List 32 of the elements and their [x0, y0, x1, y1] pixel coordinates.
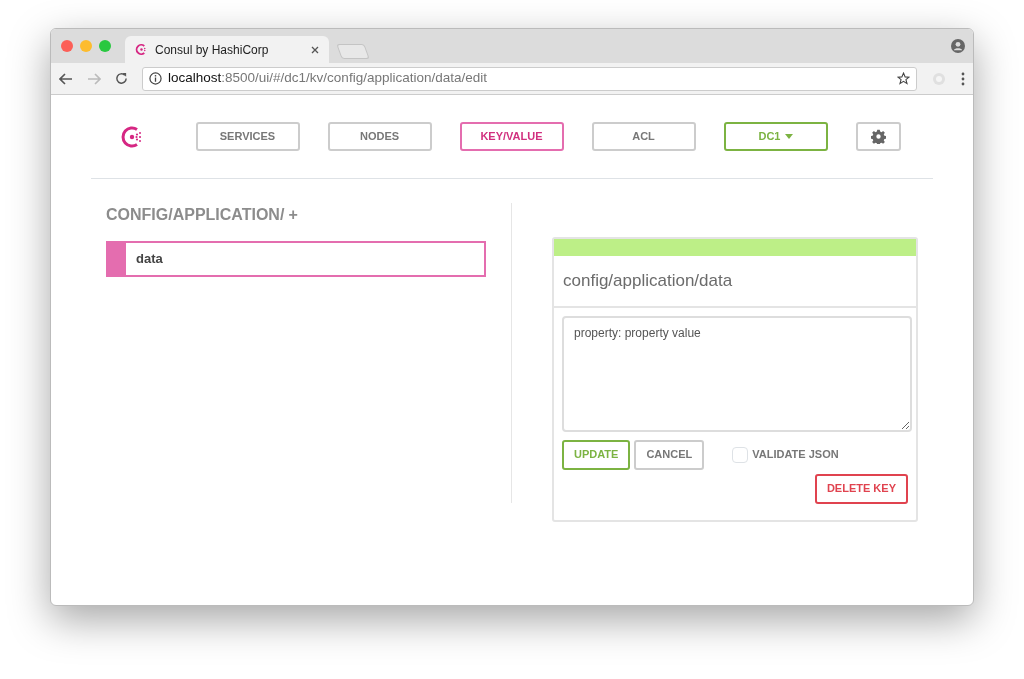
update-button[interactable]: UPDATE — [562, 439, 631, 470]
reload-icon[interactable] — [115, 72, 128, 85]
checkbox-label: VALIDATE JSON — [752, 447, 839, 463]
nav-tab[interactable]: NODES — [327, 122, 432, 151]
url-text: localhost:8500/ui/#/dc1/kv/config/application/data/edit — [168, 69, 488, 88]
validate-json-checkbox[interactable] — [732, 446, 749, 463]
info-icon — [149, 72, 162, 85]
profile-icon[interactable] — [951, 39, 965, 53]
caret-icon — [784, 134, 793, 139]
nav-tab[interactable]: KEY/VALUE — [459, 122, 564, 151]
browser-tab[interactable]: Consul by HashiCorp — [125, 36, 329, 63]
logo-icon[interactable] — [119, 124, 144, 149]
cancel-button[interactable]: CANCEL — [634, 439, 705, 470]
delete-key-button[interactable]: DELETE KEY — [814, 473, 908, 504]
key-row[interactable]: data — [106, 241, 486, 277]
tab-title: Consul by HashiCorp — [155, 41, 270, 59]
settings-icon — [870, 129, 886, 144]
nav-tab[interactable]: SERVICES — [195, 122, 300, 151]
datacenter-dropdown[interactable]: DC1 — [723, 122, 828, 151]
close-tab-icon[interactable] — [311, 45, 319, 54]
back-icon[interactable] — [59, 72, 73, 85]
nav-tab[interactable]: ACL — [591, 122, 696, 151]
menu-icon[interactable] — [961, 71, 965, 86]
address-bar[interactable]: localhost:8500/ui/#/dc1/kv/config/application/data/edit — [142, 66, 917, 91]
key-title: config/application/data — [554, 256, 916, 308]
star-icon[interactable] — [897, 72, 910, 85]
add-key-link[interactable]: + — [288, 203, 298, 227]
breadcrumb-path[interactable]: CONFIG/APPLICATION/ — [106, 203, 285, 227]
value-textarea[interactable]: property: property value — [562, 315, 912, 432]
settings-button[interactable] — [855, 122, 901, 151]
tab-logo-icon — [135, 43, 148, 56]
close-window-icon[interactable] — [61, 40, 73, 52]
